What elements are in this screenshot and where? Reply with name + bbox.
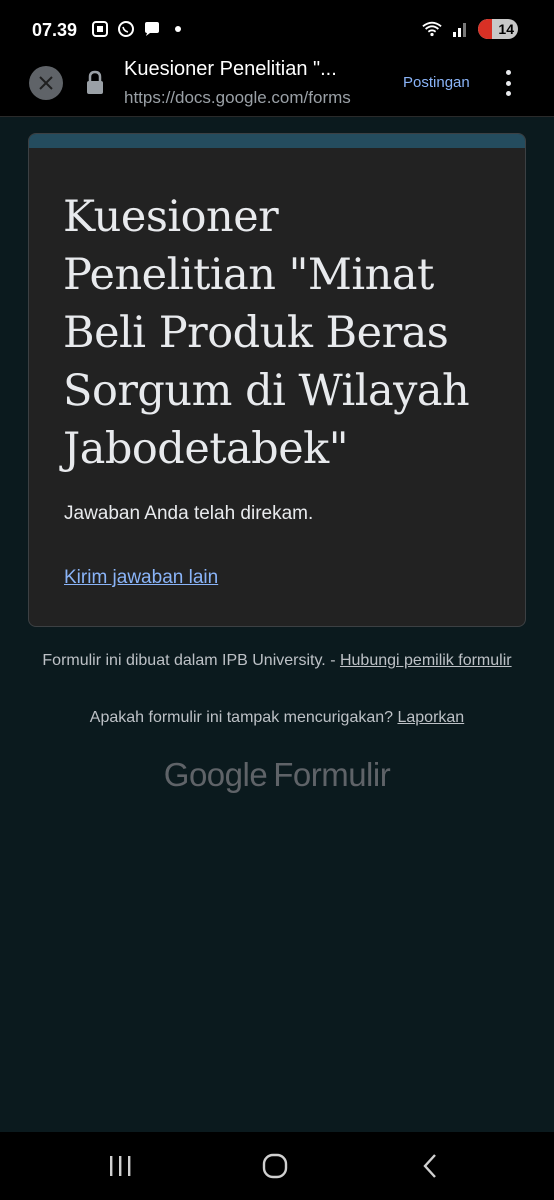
contact-owner-link[interactable]: Hubungi pemilik formulir [340,652,512,669]
system-icons: 14 [422,19,518,39]
back-icon [423,1154,436,1178]
close-tab-button[interactable] [29,66,63,100]
custom-tab-toolbar: Kuesioner Penelitian "... https://docs.g… [0,58,554,117]
close-icon [39,76,53,90]
card-accent-bar [29,134,525,148]
lock-icon[interactable] [84,70,106,96]
footer-suspicious-text: Apakah formulir ini tampak mencurigakan? [89,709,398,726]
recents-icon [110,1156,131,1176]
home-icon [262,1153,288,1179]
google-forms-logo[interactable]: Google Formulir [0,756,554,794]
submit-another-link[interactable]: Kirim jawaban lain [64,567,218,589]
whatsapp-icon [116,19,136,39]
battery-icon: 14 [478,19,518,39]
recent-apps-button[interactable] [104,1150,136,1182]
footer-created-text: Formulir ini dibuat dalam IPB University… [42,652,340,669]
battery-level: 14 [498,21,514,37]
logo-formulir: Formulir [273,756,391,793]
signal-icon [450,19,470,39]
dot-icon [168,19,188,39]
notification-icons [90,19,188,39]
status-time: 07.39 [32,20,78,40]
form-card: Kuesioner Penelitian "Minat Beli Produk … [28,133,526,627]
page-url[interactable]: https://docs.google.com/forms [124,88,386,108]
wifi-icon [422,19,442,39]
chat-icon [142,19,162,39]
confirmation-message: Jawaban Anda telah direkam. [64,503,314,524]
more-options-icon[interactable] [498,68,518,98]
footer-created: Formulir ini dibuat dalam IPB University… [40,650,514,671]
navigation-bar [0,1132,554,1200]
back-button[interactable] [414,1150,446,1182]
screenshot-icon [90,19,110,39]
logo-google: Google [163,756,268,793]
postingan-button[interactable]: Postingan [403,74,470,91]
status-bar: 07.39 14 [0,0,554,60]
page-title: Kuesioner Penelitian "... [124,58,337,80]
report-link[interactable]: Laporkan [397,709,464,726]
home-button[interactable] [259,1150,291,1182]
footer-report: Apakah formulir ini tampak mencurigakan?… [40,707,514,728]
form-title: Kuesioner Penelitian "Minat Beli Produk … [63,192,470,474]
